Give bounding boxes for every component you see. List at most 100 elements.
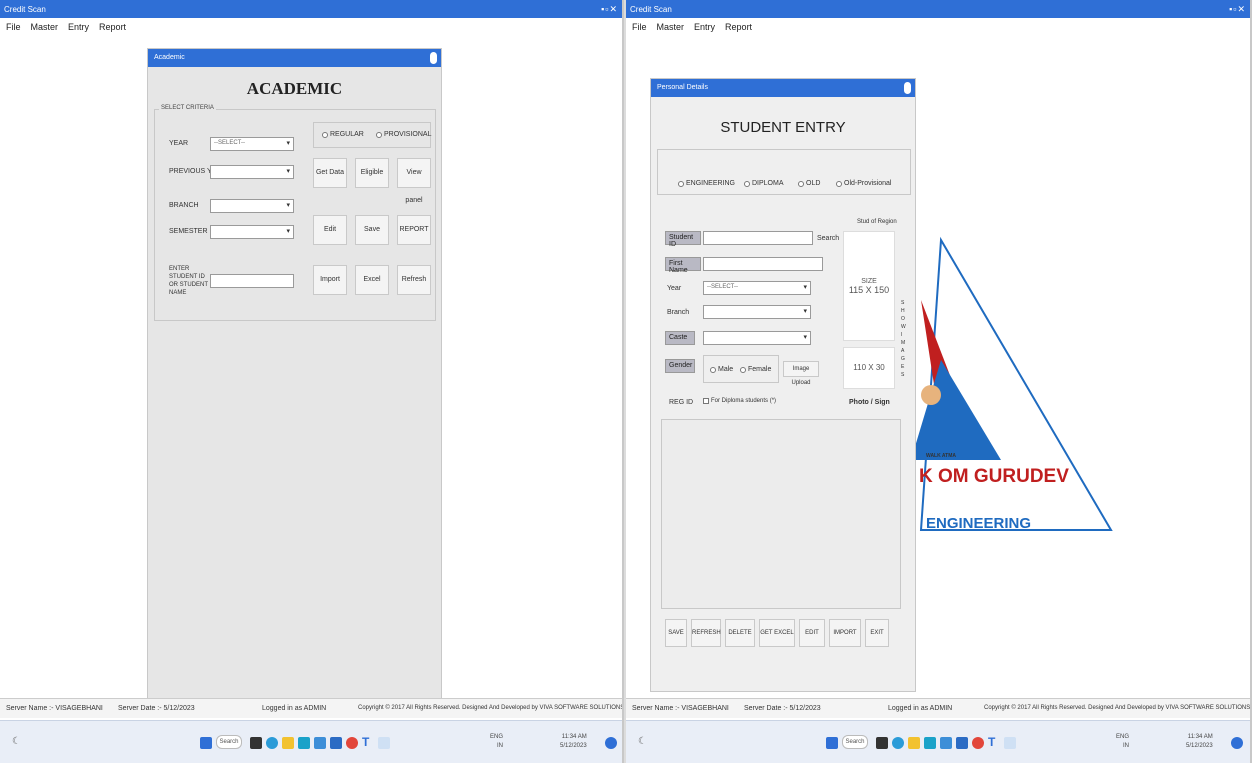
branch-select[interactable] <box>210 199 294 213</box>
year-select[interactable]: --SELECT-- <box>703 281 811 295</box>
taskbar-search[interactable]: Search <box>842 735 868 749</box>
window-controls[interactable]: ▪▫✕ <box>1229 4 1246 15</box>
diploma-checkbox[interactable]: For Diploma students (*) <box>703 398 776 404</box>
menu-file[interactable]: File <box>632 22 647 38</box>
import-button[interactable]: IMPORT <box>829 619 861 647</box>
window-title: Credit Scan <box>4 4 46 14</box>
menu-entry[interactable]: Entry <box>68 22 89 38</box>
student-title: Personal Details <box>657 84 708 91</box>
menu-entry[interactable]: Entry <box>694 22 715 38</box>
logged-in: Logged in as ADMIN <box>888 705 953 712</box>
notification-icon[interactable] <box>605 737 617 749</box>
regular-radio[interactable]: REGULAR <box>322 131 364 138</box>
taskbar: ☾ Search T ENG IN 11:34 AM 5/12/2023 <box>0 720 622 763</box>
edge-icon[interactable] <box>266 737 278 749</box>
mail-icon[interactable] <box>314 737 326 749</box>
status-bar: Server Name :- VISAGEBHANI Server Date :… <box>626 698 1250 718</box>
eligible-button[interactable]: Eligible <box>355 158 389 188</box>
menu-report[interactable]: Report <box>99 22 126 38</box>
start-icon[interactable] <box>826 737 838 749</box>
search-button[interactable]: Search <box>817 235 839 242</box>
edit-button[interactable]: Edit <box>313 215 347 245</box>
gender-group: Male Female <box>703 355 779 383</box>
image-upload-button[interactable]: Image Upload <box>783 361 819 386</box>
status-bar: Server Name :- VISAGEBHANI Server Date :… <box>0 698 622 718</box>
year-select[interactable]: --SELECT-- <box>210 137 294 151</box>
get-data-button[interactable]: Get Data <box>313 158 347 188</box>
save-button[interactable]: Save <box>355 215 389 245</box>
report-button[interactable]: REPORT <box>397 215 431 245</box>
folder-icon[interactable] <box>908 737 920 749</box>
app-icon[interactable] <box>956 737 968 749</box>
app2-icon[interactable] <box>1004 737 1016 749</box>
taskbar-search[interactable]: Search <box>216 735 242 749</box>
weather-icon[interactable]: ☾ <box>12 736 24 748</box>
student-search-input[interactable] <box>210 274 294 288</box>
provisional-radio[interactable]: PROVISIONAL <box>376 131 431 138</box>
sign-box[interactable]: 110 X 30 <box>843 347 895 389</box>
male-radio[interactable]: Male <box>710 366 733 373</box>
excel-button[interactable]: Excel <box>355 265 389 295</box>
import-button[interactable]: Import <box>313 265 347 295</box>
edge-icon[interactable] <box>892 737 904 749</box>
store-icon[interactable] <box>298 737 310 749</box>
server-date: Server Date :- 5/12/2023 <box>744 705 821 712</box>
chrome-icon[interactable] <box>972 737 984 749</box>
college-logo <box>911 236 1113 531</box>
year-label: YEAR <box>169 140 189 147</box>
view-panel-button[interactable]: View panel <box>397 158 431 204</box>
task-view-icon[interactable] <box>250 737 262 749</box>
window-titlebar: Credit Scan ▪▫✕ <box>626 0 1250 18</box>
menu-file[interactable]: File <box>6 22 21 38</box>
weather-icon[interactable]: ☾ <box>638 736 650 748</box>
folder-icon[interactable] <box>282 737 294 749</box>
student-id-input[interactable] <box>703 231 813 245</box>
engineering-radio[interactable]: ENGINEERING <box>678 180 735 187</box>
notification-icon[interactable] <box>1231 737 1243 749</box>
text-icon[interactable]: T <box>362 735 374 749</box>
tray-clock: 11:34 AM 5/12/2023 <box>1186 734 1213 749</box>
old-radio[interactable]: OLD <box>798 180 820 187</box>
female-radio[interactable]: Female <box>740 366 771 373</box>
show-images-label: S H O W I M A G E S <box>901 300 906 378</box>
criteria-group: SELECT CRITERIA YEAR --SELECT-- PREVIOUS… <box>154 105 436 321</box>
photo-box[interactable]: SIZE 115 X 150 <box>843 231 895 341</box>
close-icon[interactable] <box>430 52 437 64</box>
branch-label: Branch <box>667 309 690 316</box>
diploma-radio[interactable]: DIPLOMA <box>744 180 784 187</box>
refresh-button[interactable]: Refresh <box>397 265 431 295</box>
menu-master[interactable]: Master <box>31 22 59 38</box>
previous-year-select[interactable] <box>210 165 294 179</box>
semester-select[interactable] <box>210 225 294 239</box>
copyright: Copyright © 2017 All Rights Reserved. De… <box>358 705 624 711</box>
mail-icon[interactable] <box>940 737 952 749</box>
window-controls[interactable]: ▪▫✕ <box>601 4 618 15</box>
menu-report[interactable]: Report <box>725 22 752 38</box>
student-dialog: Personal Details STUDENT ENTRY ENGINEERI… <box>650 78 916 692</box>
text-icon[interactable]: T <box>988 735 1000 749</box>
start-icon[interactable] <box>200 737 212 749</box>
logo-tagline: WALK ATMA <box>926 453 956 459</box>
academic-dialog: Academic ACADEMIC SELECT CRITERIA YEAR -… <box>147 48 442 708</box>
delete-button[interactable]: DELETE <box>725 619 755 647</box>
window-title: Credit Scan <box>630 4 672 14</box>
copyright: Copyright © 2017 All Rights Reserved. De… <box>984 705 1251 711</box>
caste-select[interactable] <box>703 331 811 345</box>
app-icon[interactable] <box>330 737 342 749</box>
branch-select[interactable] <box>703 305 811 319</box>
regid-label: REG ID <box>669 399 694 406</box>
save-button[interactable]: SAVE <box>665 619 687 647</box>
academic-heading: ACADEMIC <box>246 79 343 98</box>
old-provisional-radio[interactable]: Old-Provisional <box>836 180 891 187</box>
chrome-icon[interactable] <box>346 737 358 749</box>
store-icon[interactable] <box>924 737 936 749</box>
edit-button[interactable]: EDIT <box>799 619 825 647</box>
menu-master[interactable]: Master <box>657 22 685 38</box>
get-excel-button[interactable]: GET EXCEL <box>759 619 795 647</box>
task-view-icon[interactable] <box>876 737 888 749</box>
close-icon[interactable] <box>904 82 911 94</box>
app2-icon[interactable] <box>378 737 390 749</box>
exit-button[interactable]: EXIT <box>865 619 889 647</box>
first-name-input[interactable] <box>703 257 823 271</box>
refresh-button[interactable]: REFRESH <box>691 619 721 647</box>
